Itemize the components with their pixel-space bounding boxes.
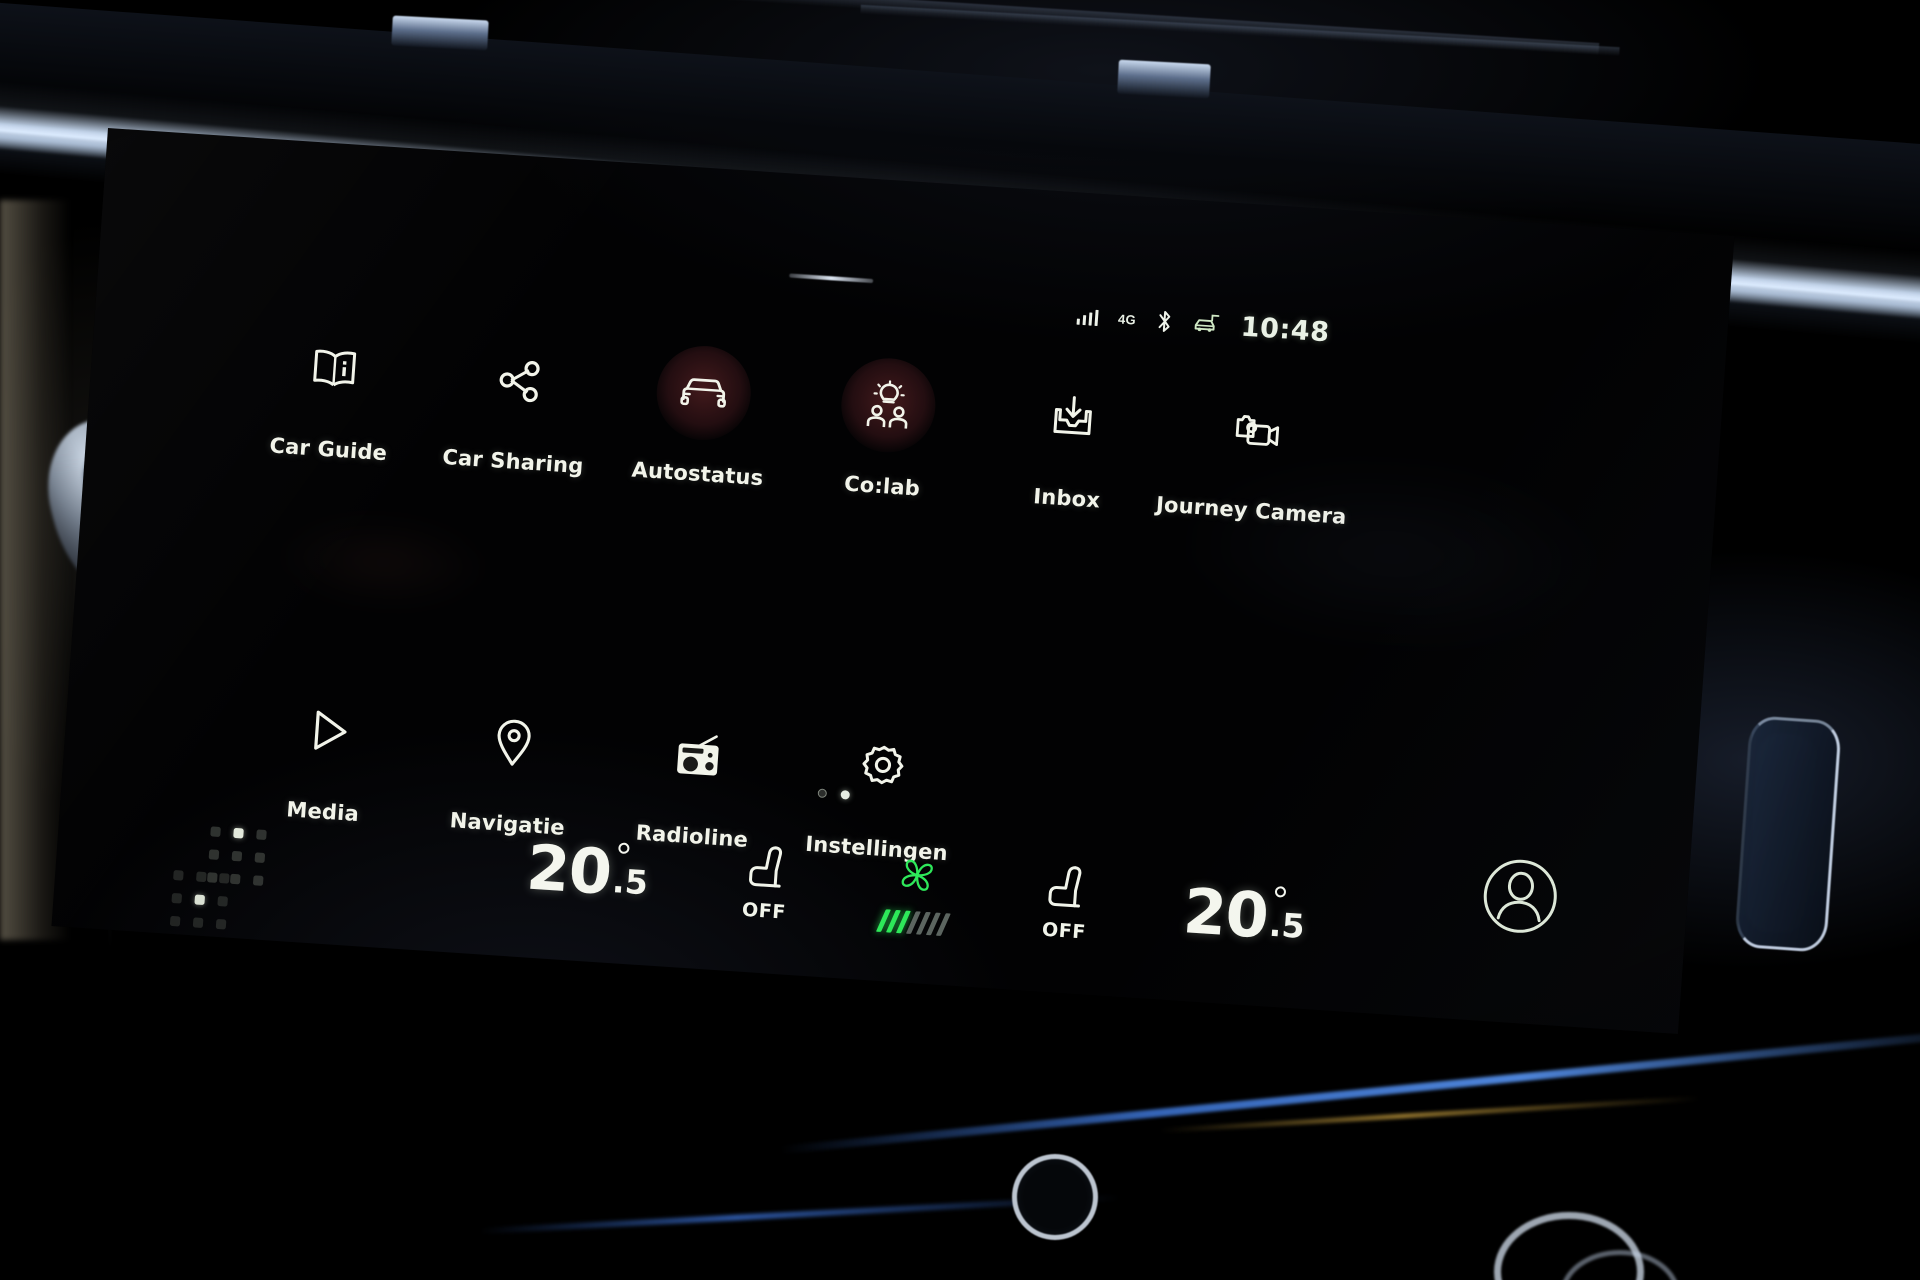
console-rotary-knob[interactable] <box>1012 1154 1098 1240</box>
fan-blower-icon <box>890 851 943 905</box>
share-nodes-icon <box>493 355 544 406</box>
radio-icon <box>670 731 725 780</box>
app-label: Car Sharing <box>441 444 585 479</box>
connected-car-icon <box>1192 311 1222 337</box>
bluetooth-icon <box>1155 309 1174 334</box>
right-air-vent[interactable] <box>1734 715 1842 953</box>
driver-temp-decimal: .5 <box>611 860 650 902</box>
drag-handle-icon[interactable] <box>789 273 874 284</box>
infotainment-display[interactable]: 4G 10:48 Car Guide Car Sharing Autostatu… <box>51 128 1735 1035</box>
status-bar: 4G 10:48 <box>1076 299 1398 354</box>
app-icon-container <box>284 319 384 419</box>
app-label: Inbox <box>1032 484 1101 513</box>
driver-temp-integer: 20 <box>524 830 614 909</box>
gear-icon <box>856 741 909 794</box>
app-journey-camera[interactable]: Journey Camera <box>1155 377 1352 529</box>
app-icon-container <box>837 355 939 456</box>
vent-clip <box>391 15 489 51</box>
play-triangle-icon <box>302 704 355 757</box>
app-icon-container <box>647 705 747 805</box>
heated-seat-icon <box>1045 863 1089 917</box>
car-front-icon <box>674 371 733 415</box>
app-icon-container <box>1207 380 1307 480</box>
app-colab[interactable]: Co:lab <box>789 352 983 504</box>
user-profile-button[interactable] <box>1474 851 1566 942</box>
passenger-seat-status: OFF <box>1041 918 1087 944</box>
network-type-label: 4G <box>1117 310 1137 328</box>
app-autostatus[interactable]: Autostatus <box>604 340 798 492</box>
app-grid-dots-icon-secondary[interactable] <box>169 869 230 930</box>
page-dot-2[interactable] <box>840 790 851 800</box>
app-media[interactable]: Media <box>230 678 424 830</box>
fan-speed-level-bars[interactable] <box>876 908 952 936</box>
driver-temperature[interactable]: 20 .5 <box>524 830 651 909</box>
book-info-icon <box>307 345 362 392</box>
vent-clip <box>1117 59 1211 99</box>
app-car-guide[interactable]: Car Guide <box>235 315 429 467</box>
passenger-seat-heater-button[interactable]: OFF <box>1041 863 1090 944</box>
passenger-temp-decimal: .5 <box>1267 904 1306 946</box>
app-icon-container <box>1022 368 1122 468</box>
app-label: Car Guide <box>268 433 388 466</box>
passenger-temperature[interactable]: 20 .5 <box>1181 873 1307 953</box>
driver-seat-heater-button[interactable]: OFF <box>741 843 790 924</box>
app-label: Media <box>285 797 360 827</box>
app-icon-container <box>653 343 754 444</box>
app-label: Autostatus <box>630 457 765 491</box>
degree-symbol-icon <box>1275 885 1287 898</box>
app-label: Journey Camera <box>1155 492 1348 529</box>
app-icon-container <box>468 331 568 431</box>
app-car-sharing[interactable]: Car Sharing <box>420 328 614 480</box>
car-dashboard-scene: 4G 10:48 Car Guide Car Sharing Autostatu… <box>0 0 1920 1280</box>
app-inbox[interactable]: Inbox <box>974 365 1168 517</box>
map-pin-icon <box>490 716 536 771</box>
app-grid: Car Guide Car Sharing Autostatus Co:lab … <box>210 315 1573 904</box>
passenger-temp-integer: 20 <box>1181 873 1271 953</box>
heated-seat-icon <box>745 843 789 897</box>
app-icon-container <box>278 681 378 781</box>
app-label: Co:lab <box>843 471 921 501</box>
video-camera-icon <box>1230 407 1285 452</box>
clock-label: 10:48 <box>1239 311 1331 348</box>
lightbulb-people-icon <box>860 379 915 432</box>
app-icon-container <box>463 693 563 793</box>
degree-symbol-icon <box>618 841 631 854</box>
cellular-signal-icon <box>1076 307 1099 326</box>
inbox-tray-icon <box>1046 393 1099 442</box>
app-icon-container <box>832 718 932 818</box>
fan-speed-control[interactable] <box>876 851 952 936</box>
driver-seat-status: OFF <box>741 898 787 924</box>
page-dot-1[interactable] <box>817 788 828 799</box>
